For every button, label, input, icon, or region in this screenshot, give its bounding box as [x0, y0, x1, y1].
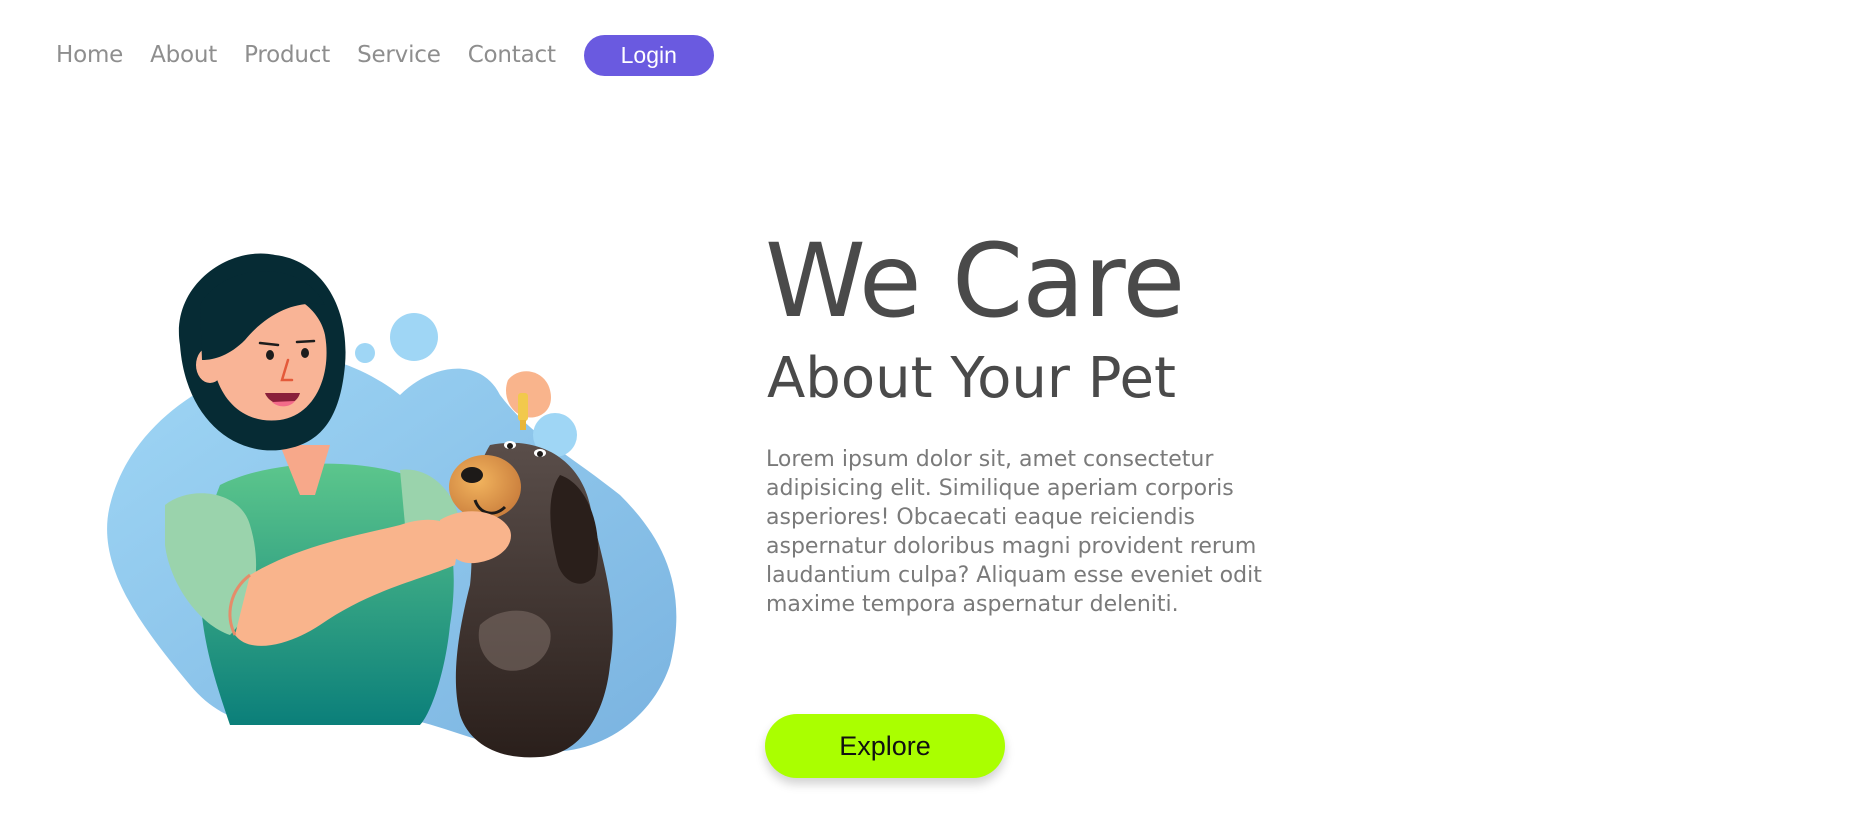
hero-subtitle: About Your Pet	[767, 346, 1176, 411]
hero-title: We Care	[765, 222, 1185, 341]
nav-link-home[interactable]: Home	[56, 42, 123, 68]
nav-link-service[interactable]: Service	[357, 42, 441, 68]
explore-button[interactable]: Explore	[765, 714, 1005, 778]
woman-dog-illustration-icon	[107, 253, 677, 758]
nav-link-about[interactable]: About	[150, 42, 217, 68]
pet-care-illustration	[100, 245, 690, 765]
top-nav: Home About Product Service Contact Login	[56, 34, 714, 76]
nav-link-product[interactable]: Product	[244, 42, 330, 68]
login-button[interactable]: Login	[583, 34, 714, 76]
hero-description: Lorem ipsum dolor sit, amet consectetur …	[766, 447, 1262, 617]
nav-link-contact[interactable]: Contact	[468, 42, 556, 68]
